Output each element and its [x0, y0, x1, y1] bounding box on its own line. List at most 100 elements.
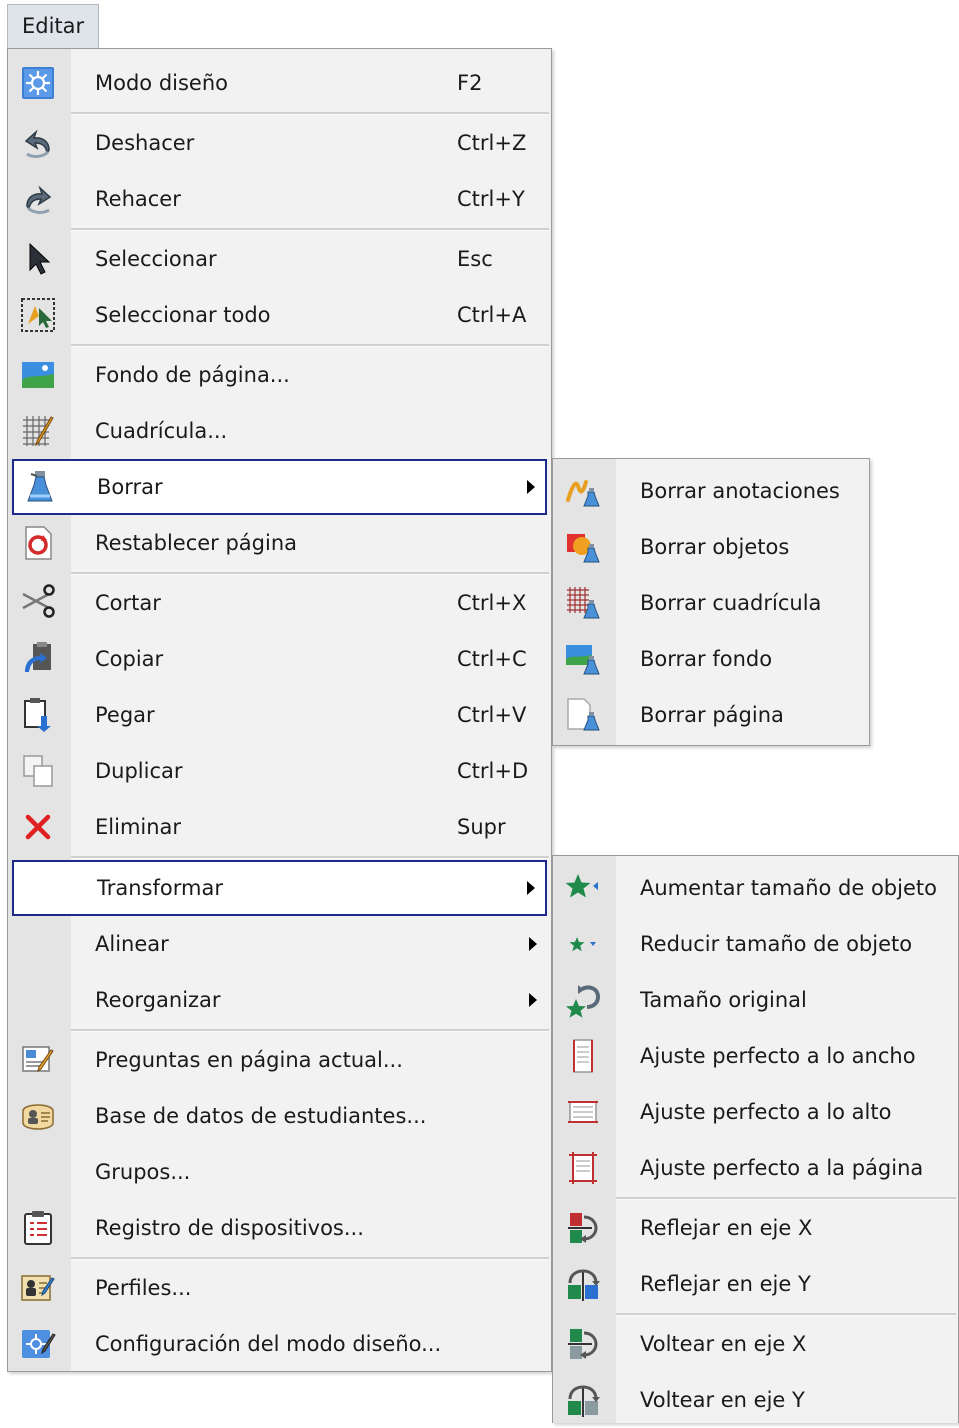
- clear-grid-icon: [564, 584, 602, 622]
- submenu-item-borrar-objetos[interactable]: Borrar objetos: [553, 519, 869, 575]
- menu-item-fondo-pagina[interactable]: Fondo de página...: [8, 347, 551, 403]
- menu-item-label: Reflejar en eje X: [640, 1216, 813, 1240]
- submenu-item-ajuste-alto[interactable]: Ajuste perfecto a lo alto: [553, 1084, 958, 1140]
- menu-item-base-datos-estudiantes[interactable]: Base de datos de estudiantes...: [8, 1088, 551, 1144]
- submenu-arrow-icon: [527, 480, 535, 494]
- menu-item-label: Fondo de página...: [95, 363, 290, 387]
- background-icon: [19, 356, 57, 394]
- undo-icon: [19, 124, 57, 162]
- menu-item-eliminar[interactable]: Eliminar Supr: [8, 799, 551, 855]
- menu-item-restablecer-pagina[interactable]: Restablecer página: [8, 515, 551, 571]
- menu-item-label: Borrar objetos: [640, 535, 790, 559]
- menu-item-label: Grupos...: [95, 1160, 191, 1184]
- menu-item-label: Configuración del modo diseño...: [95, 1332, 442, 1356]
- menu-item-seleccionar-todo[interactable]: Seleccionar todo Ctrl+A: [8, 287, 551, 343]
- submenu-item-ajuste-ancho[interactable]: Ajuste perfecto a lo ancho: [553, 1028, 958, 1084]
- menu-item-cuadricula[interactable]: Cuadrícula...: [8, 403, 551, 459]
- menu-item-label: Cuadrícula...: [95, 419, 228, 443]
- menu-item-modo-diseno[interactable]: Modo diseño F2: [8, 55, 551, 111]
- shortcut-text: Ctrl+X: [457, 591, 527, 615]
- menu-item-label: Borrar anotaciones: [640, 479, 840, 503]
- submenu-item-reflejar-y[interactable]: Reflejar en eje Y: [553, 1256, 958, 1312]
- menu-item-seleccionar[interactable]: Seleccionar Esc: [8, 231, 551, 287]
- menu-item-copiar[interactable]: Copiar Ctrl+C: [8, 631, 551, 687]
- paste-icon: [19, 696, 57, 734]
- shortcut-text: Ctrl+Y: [457, 187, 525, 211]
- menu-item-rehacer[interactable]: Rehacer Ctrl+Y: [8, 171, 551, 227]
- menu-item-label: Deshacer: [95, 131, 195, 155]
- menu-item-label: Rehacer: [95, 187, 181, 211]
- shortcut-text: Ctrl+V: [457, 703, 527, 727]
- menu-item-label: Ajuste perfecto a la página: [640, 1156, 924, 1180]
- fit-width-icon: [564, 1037, 602, 1075]
- menu-item-label: Base de datos de estudiantes...: [95, 1104, 427, 1128]
- mirror-x-icon: [564, 1209, 602, 1247]
- copy-icon: [19, 640, 57, 678]
- submenu-item-voltear-x[interactable]: Voltear en eje X: [553, 1316, 958, 1372]
- scissors-icon: [19, 584, 57, 622]
- design-settings-icon: [19, 1325, 57, 1363]
- mirror-y-icon: [564, 1265, 602, 1303]
- shrink-star-icon: [564, 925, 602, 963]
- menu-editar-label: Editar: [22, 14, 85, 38]
- submenu-item-borrar-pagina[interactable]: Borrar página: [553, 687, 869, 743]
- shortcut-text: F2: [457, 71, 483, 95]
- submenu-item-voltear-y[interactable]: Voltear en eje Y: [553, 1372, 958, 1428]
- menu-item-grupos[interactable]: Grupos...: [8, 1144, 551, 1200]
- redo-icon: [19, 180, 57, 218]
- menu-item-label: Voltear en eje Y: [640, 1388, 805, 1412]
- clear-objects-icon: [564, 528, 602, 566]
- menu-item-label: Voltear en eje X: [640, 1332, 807, 1356]
- pointer-icon: [19, 240, 57, 278]
- select-all-icon: [19, 296, 57, 334]
- menu-item-label: Reflejar en eje Y: [640, 1272, 811, 1296]
- menu-item-label: Copiar: [95, 647, 164, 671]
- menu-item-preguntas[interactable]: Preguntas en página actual...: [8, 1032, 551, 1088]
- clear-background-icon: [564, 640, 602, 678]
- menu-item-pegar[interactable]: Pegar Ctrl+V: [8, 687, 551, 743]
- menu-item-deshacer[interactable]: Deshacer Ctrl+Z: [8, 115, 551, 171]
- menu-item-configuracion-modo-diseno[interactable]: Configuración del modo diseño...: [8, 1316, 551, 1372]
- menu-item-label: Preguntas en página actual...: [95, 1048, 403, 1072]
- menu-item-label: Ajuste perfecto a lo alto: [640, 1100, 892, 1124]
- transformar-submenu: Aumentar tamaño de objeto Reducir tamaño…: [552, 855, 959, 1423]
- menu-editar[interactable]: Editar: [7, 4, 99, 48]
- clear-annotations-icon: [564, 472, 602, 510]
- menu-item-perfiles[interactable]: Perfiles...: [8, 1260, 551, 1316]
- menu-item-registro-dispositivos[interactable]: Registro de dispositivos...: [8, 1200, 551, 1256]
- clear-page-icon: [564, 696, 602, 734]
- submenu-item-reflejar-x[interactable]: Reflejar en eje X: [553, 1200, 958, 1256]
- menu-item-borrar[interactable]: Borrar: [12, 459, 547, 515]
- menu-item-label: Borrar cuadrícula: [640, 591, 822, 615]
- shortcut-text: Esc: [457, 247, 493, 271]
- submenu-item-borrar-anotaciones[interactable]: Borrar anotaciones: [553, 463, 869, 519]
- duplicate-icon: [19, 752, 57, 790]
- menu-item-label: Registro de dispositivos...: [95, 1216, 364, 1240]
- menu-item-cortar[interactable]: Cortar Ctrl+X: [8, 575, 551, 631]
- menu-item-duplicar[interactable]: Duplicar Ctrl+D: [8, 743, 551, 799]
- submenu-item-tamano-original[interactable]: Tamaño original: [553, 972, 958, 1028]
- submenu-item-borrar-cuadricula[interactable]: Borrar cuadrícula: [553, 575, 869, 631]
- separator: [71, 856, 549, 859]
- submenu-item-borrar-fondo[interactable]: Borrar fondo: [553, 631, 869, 687]
- enlarge-star-icon: [564, 869, 602, 907]
- submenu-arrow-icon: [529, 937, 537, 951]
- menu-item-label: Reducir tamaño de objeto: [640, 932, 913, 956]
- submenu-item-aumentar-tamano[interactable]: Aumentar tamaño de objeto: [553, 860, 958, 916]
- borrar-submenu: Borrar anotaciones Borrar objetos Borrar…: [552, 458, 870, 746]
- menu-item-label: Pegar: [95, 703, 155, 727]
- menu-item-label: Alinear: [95, 932, 169, 956]
- submenu-item-ajuste-pagina[interactable]: Ajuste perfecto a la página: [553, 1140, 958, 1196]
- menu-item-label: Reorganizar: [95, 988, 221, 1012]
- menu-item-reorganizar[interactable]: Reorganizar: [8, 972, 551, 1028]
- menu-item-transformar[interactable]: Transformar: [12, 860, 547, 916]
- submenu-arrow-icon: [529, 993, 537, 1007]
- profiles-icon: [19, 1269, 57, 1307]
- shortcut-text: Ctrl+C: [457, 647, 527, 671]
- menu-item-label: Borrar página: [640, 703, 784, 727]
- submenu-item-reducir-tamano[interactable]: Reducir tamaño de objeto: [553, 916, 958, 972]
- design-mode-icon: [19, 64, 57, 102]
- reset-page-icon: [19, 524, 57, 562]
- menu-item-label: Borrar fondo: [640, 647, 773, 671]
- menu-item-alinear[interactable]: Alinear: [8, 916, 551, 972]
